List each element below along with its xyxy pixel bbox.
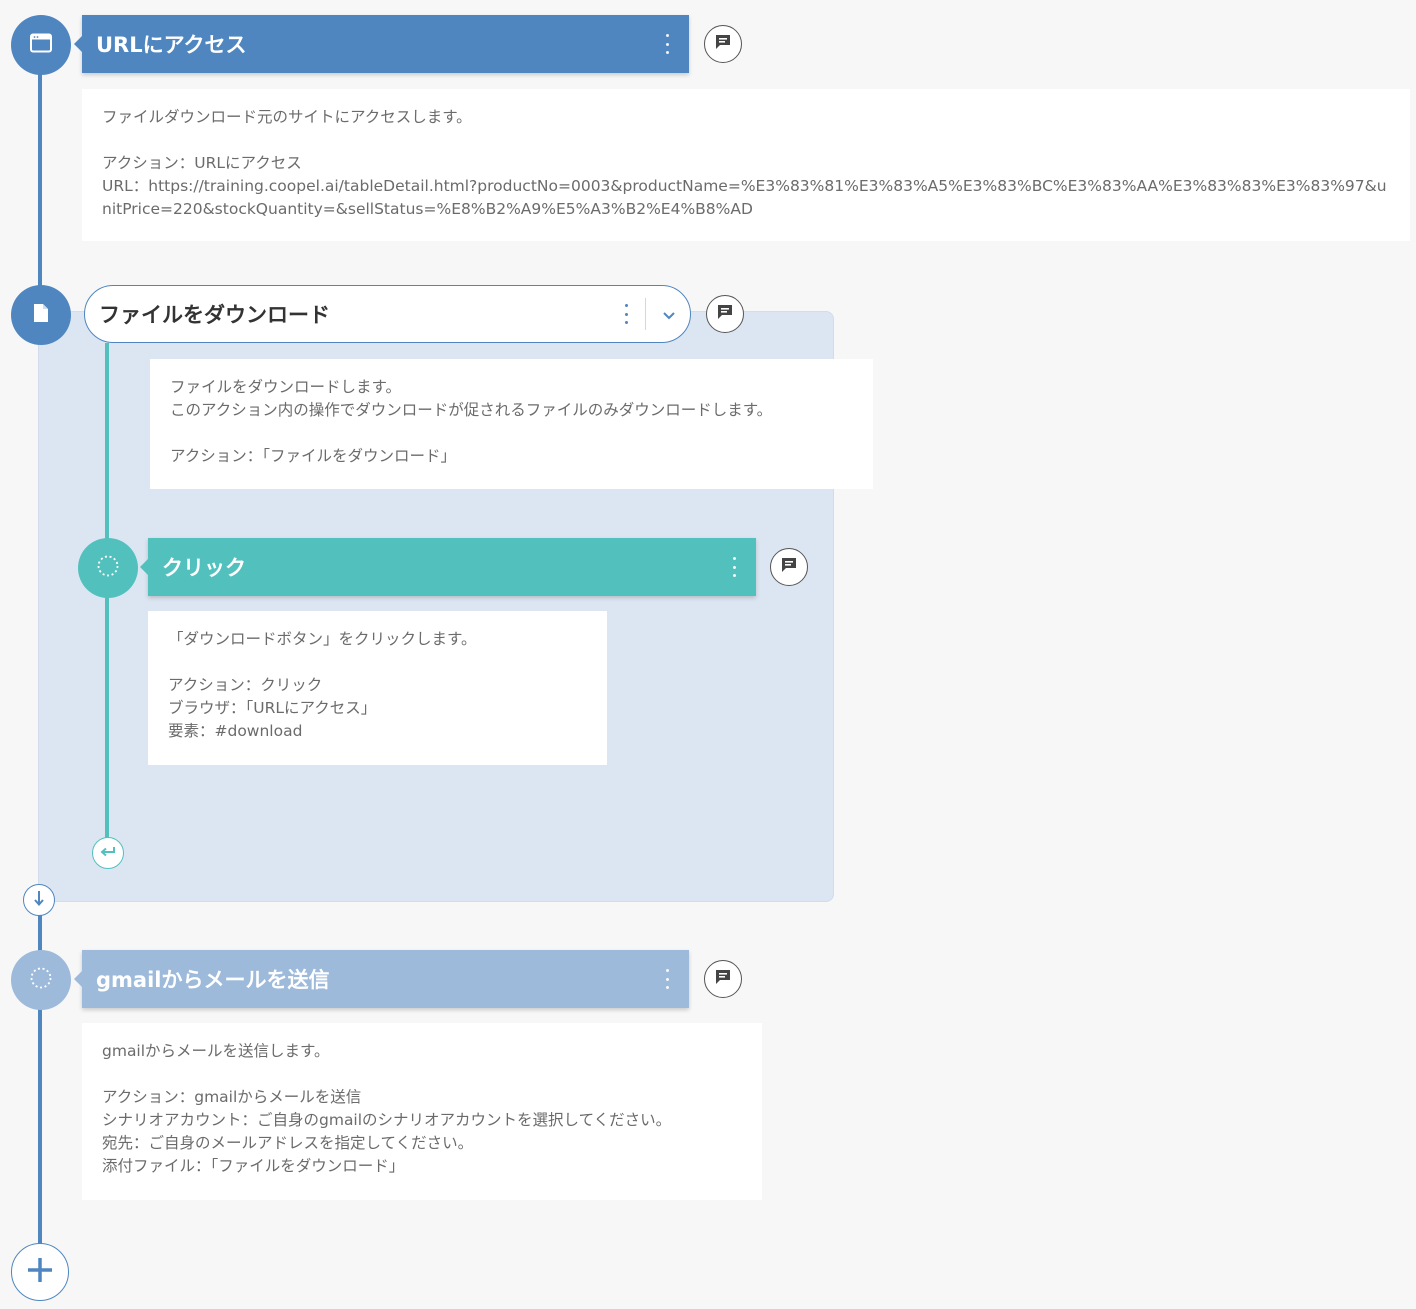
plus-icon	[25, 1255, 55, 1289]
step-header-url-access[interactable]: URLにアクセス	[74, 15, 689, 73]
step-title: クリック	[162, 556, 246, 580]
comment-icon	[714, 968, 732, 990]
step-header-file-download[interactable]: ファイルをダウンロード	[84, 285, 691, 343]
group-end-return-button[interactable]	[92, 837, 124, 869]
step-node-gmail-send[interactable]	[11, 950, 71, 1010]
step-title: gmailからメールを送信	[96, 968, 330, 992]
return-arrow-icon	[99, 844, 117, 863]
comment-button[interactable]	[706, 295, 744, 333]
step-node-file-download[interactable]	[11, 285, 71, 345]
connector-down-button[interactable]	[23, 884, 55, 916]
add-step-button[interactable]	[11, 1243, 69, 1301]
step-title: ファイルをダウンロード	[99, 303, 330, 327]
comment-icon	[714, 33, 732, 55]
step-node-url-access[interactable]	[11, 15, 71, 75]
file-icon	[33, 303, 49, 327]
comment-button[interactable]	[704, 960, 742, 998]
kebab-menu-icon[interactable]	[622, 304, 630, 324]
dotted-circle-icon	[96, 554, 120, 582]
divider	[645, 298, 646, 330]
workflow-canvas: URLにアクセス ファイルダウンロード元のサイトにアクセスします。 アクション：…	[0, 0, 1416, 1309]
step-description-file-download: ファイルをダウンロードします。 このアクション内の操作でダウンロードが促されるフ…	[150, 359, 873, 489]
step-description-url-access: ファイルダウンロード元のサイトにアクセスします。 アクション：URLにアクセス …	[82, 89, 1410, 241]
comment-button[interactable]	[704, 25, 742, 63]
step-description-click: 「ダウンロードボタン」をクリックします。 アクション：クリック ブラウザ：「UR…	[148, 611, 607, 765]
comment-button[interactable]	[770, 548, 808, 586]
browser-window-icon	[30, 33, 52, 57]
comment-icon	[716, 303, 734, 325]
step-description-gmail-send: gmailからメールを送信します。 アクション：gmailからメールを送信 シナ…	[82, 1023, 762, 1200]
chevron-down-icon[interactable]	[662, 302, 676, 326]
kebab-menu-icon[interactable]	[730, 557, 738, 577]
step-header-click[interactable]: クリック	[140, 538, 756, 596]
step-header-gmail-send[interactable]: gmailからメールを送信	[74, 950, 689, 1008]
kebab-menu-icon[interactable]	[663, 969, 671, 989]
step-node-click[interactable]	[78, 538, 138, 598]
dotted-circle-icon	[29, 966, 53, 994]
comment-icon	[780, 556, 798, 578]
kebab-menu-icon[interactable]	[663, 34, 671, 54]
step-title: URLにアクセス	[96, 33, 247, 57]
arrow-down-icon	[32, 889, 46, 911]
